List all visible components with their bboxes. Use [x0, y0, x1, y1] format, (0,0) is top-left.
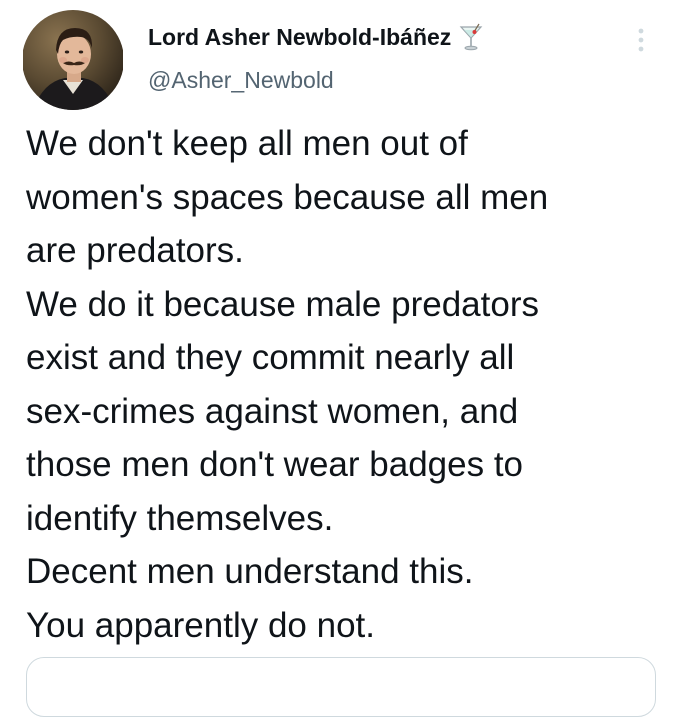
tweet-text-line: exist and they commit nearly all [26, 338, 515, 377]
tweet: Lord Asher Newbold-Ibáñez @Asher_Newbold… [0, 0, 680, 717]
cocktail-glass-icon [459, 23, 483, 51]
author-handle[interactable]: @Asher_Newbold [148, 67, 334, 94]
tweet-text-line: sex-crimes against women, and [26, 391, 519, 431]
tweet-text-line: those men don't wear badges to [26, 445, 524, 484]
portrait-avatar-icon [23, 10, 123, 110]
tweet-text-line: women's spaces because all men [26, 177, 549, 217]
tweet-text: We don't keep all men out of women's spa… [26, 117, 666, 652]
display-name[interactable]: Lord Asher Newbold-Ibáñez [148, 24, 451, 51]
display-name-row: Lord Asher Newbold-Ibáñez [148, 23, 483, 51]
tweet-text-line: are predators. [26, 231, 244, 270]
tweet-text-line: We don't keep all men out of [26, 124, 468, 163]
tweet-text-line: identify themselves. [26, 498, 334, 538]
quoted-tweet-card[interactable] [26, 657, 656, 717]
avatar[interactable] [22, 10, 124, 110]
tweet-text-line: Decent men understand this. [26, 552, 474, 591]
tweet-text-line: We do it because male predators [26, 284, 539, 324]
more-vertical-icon [638, 28, 644, 52]
more-options-button[interactable] [626, 22, 656, 58]
tweet-text-line: You apparently do not. [26, 605, 375, 645]
